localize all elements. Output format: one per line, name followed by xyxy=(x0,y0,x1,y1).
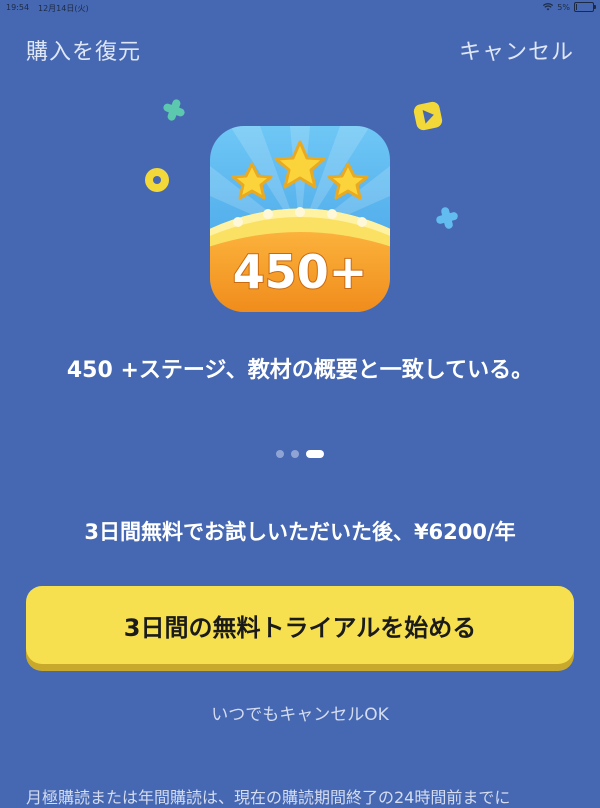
subscription-legal-text: 月極購読または年間購読は、現在の購読期間終了の24時間前までに xyxy=(26,788,511,807)
status-bar: 19:54 12月14日(火) 5% xyxy=(0,0,600,16)
cancel-button[interactable]: キャンセル xyxy=(459,34,574,66)
ring-sparkle-icon xyxy=(145,168,169,192)
feature-headline: 450 +ステージ、教材の概要と一致している。 xyxy=(66,358,534,383)
restore-purchase-button[interactable]: 購入を復元 xyxy=(26,34,141,66)
price-text: 3日間無料でお試しいただいた後、¥6200/年 xyxy=(84,520,516,544)
status-date: 12月14日(火) xyxy=(38,4,89,13)
stages-app-icon: 450+ xyxy=(210,126,390,312)
battery-percent: 5% xyxy=(557,2,570,12)
page-indicator xyxy=(0,450,600,458)
page-dot xyxy=(291,450,299,458)
battery-icon xyxy=(574,2,596,12)
page-dot-active xyxy=(306,450,324,458)
start-free-trial-button[interactable]: 3日間の無料トライアルを始める xyxy=(26,586,574,664)
status-time: 19:54 xyxy=(6,3,30,12)
page-dot xyxy=(276,450,284,458)
play-badge-icon xyxy=(413,101,443,131)
stars-icon: 450+ xyxy=(210,126,390,312)
plus-sparkle-icon xyxy=(436,207,458,229)
status-right: 5% xyxy=(543,2,596,12)
plus-sparkle-icon xyxy=(163,99,185,121)
badge-text: 450+ xyxy=(233,245,368,299)
cancel-anytime-note: いつでもキャンセルOK xyxy=(211,705,389,725)
wifi-icon xyxy=(543,3,554,11)
